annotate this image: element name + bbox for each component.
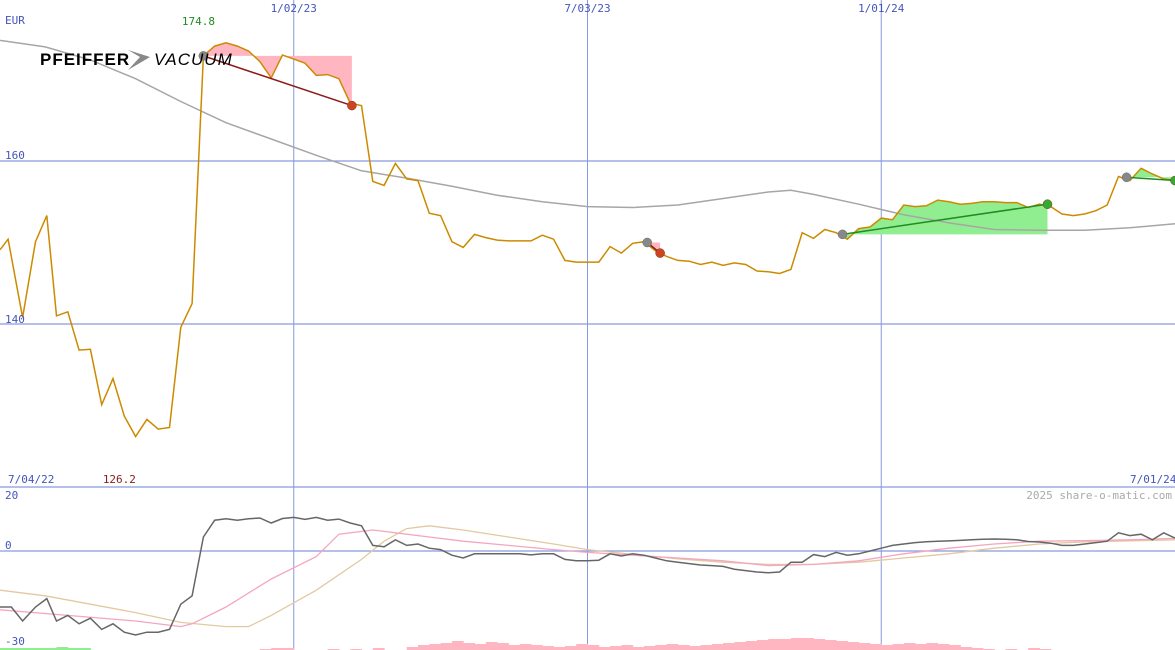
histogram-bar [519, 644, 532, 650]
histogram-bar [711, 644, 724, 650]
histogram-bar [418, 645, 430, 650]
histogram-bar [666, 644, 679, 650]
histogram-bar [508, 645, 521, 650]
histogram-bar [915, 644, 927, 650]
histogram-bar [824, 640, 837, 650]
osc-tick-label-20: 20 [5, 489, 18, 502]
histogram-bar [587, 645, 600, 650]
x-tick-label: 1/02/23 [271, 2, 317, 15]
histogram-bar [756, 640, 769, 650]
histogram-bar [497, 643, 509, 650]
histogram-bar [723, 643, 735, 650]
histogram-bar [937, 644, 950, 650]
trade-fills [203, 42, 1175, 254]
logo-text-right: VACUUM [154, 50, 233, 69]
x-end-label: 7/01/24 [1130, 473, 1175, 486]
osc-tick-label-minus-30: -30 [5, 635, 25, 648]
histogram-bar [802, 638, 814, 650]
oscillator-histogram [0, 638, 1052, 650]
histogram-bar [700, 645, 713, 650]
company-logo: PFEIFFER VACUUM [40, 50, 233, 70]
histogram-bar [779, 639, 792, 650]
x-start-label: 7/04/22 [8, 473, 54, 486]
histogram-bar [564, 646, 577, 650]
min-value-label: 126.2 [103, 473, 136, 486]
trade-exit-marker [347, 100, 357, 111]
histogram-bar [869, 644, 882, 650]
logo-arrow-icon [128, 50, 150, 70]
histogram-bar [881, 645, 894, 650]
trade-exit-marker [1042, 199, 1053, 209]
watermark: 2025 share-o-matic.com [1026, 489, 1172, 502]
currency-label: EUR [5, 14, 25, 27]
x-tick-label: 1/01/24 [858, 2, 905, 15]
histogram-bar [429, 644, 442, 650]
histogram-bar [689, 646, 701, 650]
osc-tick-label-0: 0 [5, 539, 12, 552]
histogram-bar [949, 645, 961, 650]
histogram-bar [858, 643, 871, 650]
histogram-bar [768, 639, 781, 650]
trade-exit-marker [655, 248, 665, 258]
histogram-bar [892, 644, 905, 650]
histogram-bar [451, 641, 464, 650]
histogram-bar [542, 646, 555, 650]
x-tick-labels: 1/02/23 7/03/23 1/01/24 [271, 2, 905, 15]
max-value-label: 174.8 [182, 15, 215, 28]
y-tick-label-140: 140 [5, 313, 25, 326]
histogram-bar [610, 646, 622, 650]
histogram-bar [847, 642, 860, 650]
histogram-bar [440, 643, 453, 650]
trade-entry-marker [1121, 172, 1132, 183]
trade-entry-marker [642, 237, 652, 248]
y-tick-label-160: 160 [5, 149, 25, 162]
histogram-bar [655, 645, 668, 650]
stock-chart: PFEIFFER VACUUM EUR 174.8 126.2 160 140 … [0, 0, 1175, 650]
histogram-bar [734, 642, 747, 650]
logo-text-left: PFEIFFER [40, 50, 130, 69]
histogram-bar [531, 645, 543, 650]
x-tick-label: 7/03/23 [564, 2, 610, 15]
histogram-bar [926, 643, 939, 650]
trade-entry-marker [837, 229, 848, 240]
histogram-bar [576, 644, 588, 650]
histogram-bar [643, 646, 656, 650]
histogram-bar [474, 644, 487, 650]
histogram-bar [903, 643, 916, 650]
histogram-bar [621, 645, 634, 650]
histogram-bar [813, 639, 826, 650]
histogram-bar [463, 643, 476, 650]
histogram-bar [790, 638, 803, 650]
histogram-bar [745, 641, 758, 650]
histogram-bar [677, 645, 690, 650]
histogram-bar [485, 642, 498, 650]
histogram-bar [836, 641, 848, 650]
